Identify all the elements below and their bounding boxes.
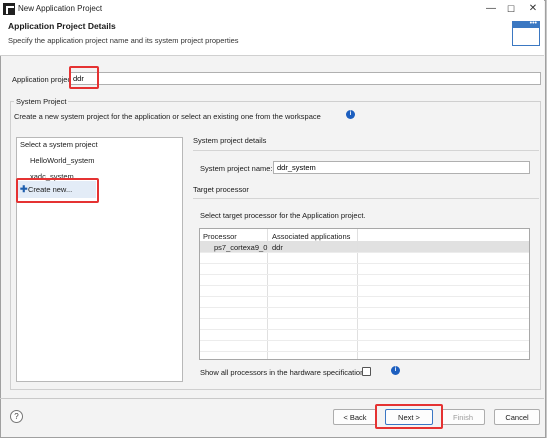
row-line (200, 263, 529, 264)
page-description: Specify the application project name and… (8, 36, 239, 45)
show-all-processors-label: Show all processors in the hardware spec… (200, 368, 365, 377)
system-project-description: Create a new system project for the appl… (14, 112, 321, 121)
row-line (200, 329, 529, 330)
row-line (200, 340, 529, 341)
annotation-highlight-name (69, 66, 99, 89)
minimize-button[interactable]: — (482, 2, 500, 16)
system-project-group-label: System Project (14, 97, 69, 106)
back-button[interactable]: < Back (333, 409, 377, 425)
app-logo-icon (3, 3, 15, 15)
list-item[interactable]: HelloWorld_system (30, 156, 94, 165)
target-processor-description: Select target processor for the Applicat… (200, 211, 366, 220)
show-all-processors-checkbox[interactable] (362, 367, 371, 376)
info-icon[interactable]: i (391, 366, 400, 375)
row-line (200, 296, 529, 297)
divider (193, 198, 539, 199)
target-processor-header: Target processor (193, 185, 249, 194)
system-project-name-label: System project name: (200, 164, 273, 173)
finish-button[interactable]: Finish (441, 409, 485, 425)
table-cell-processor: ps7_cortexa9_0 (214, 243, 268, 252)
divider (193, 150, 539, 151)
row-line (200, 252, 529, 253)
wizard-banner-icon: ••• (512, 20, 540, 46)
column-header-processor[interactable]: Processor (203, 232, 237, 241)
row-line (200, 274, 529, 275)
table-cell-applications: ddr (272, 243, 283, 252)
system-project-list-header: Select a system project (20, 140, 98, 149)
close-button[interactable]: ✕ (524, 2, 542, 16)
help-icon[interactable]: ? (10, 410, 23, 423)
annotation-highlight-next (375, 404, 443, 429)
system-project-details-header: System project details (193, 136, 267, 145)
row-line (200, 307, 529, 308)
footer-divider (0, 398, 544, 399)
system-project-name-input[interactable] (273, 161, 530, 174)
column-header-applications[interactable]: Associated applications (272, 232, 350, 241)
row-line (200, 285, 529, 286)
row-line (200, 318, 529, 319)
maximize-button[interactable]: ☐ (502, 2, 520, 16)
row-line (200, 351, 529, 352)
info-icon[interactable]: i (346, 110, 355, 119)
annotation-highlight-create (16, 178, 99, 203)
window-title: New Application Project (18, 4, 103, 13)
cancel-button[interactable]: Cancel (494, 409, 540, 425)
project-name-input[interactable] (69, 72, 541, 85)
page-title: Application Project Details (8, 21, 116, 31)
background-editor-right (546, 0, 553, 438)
